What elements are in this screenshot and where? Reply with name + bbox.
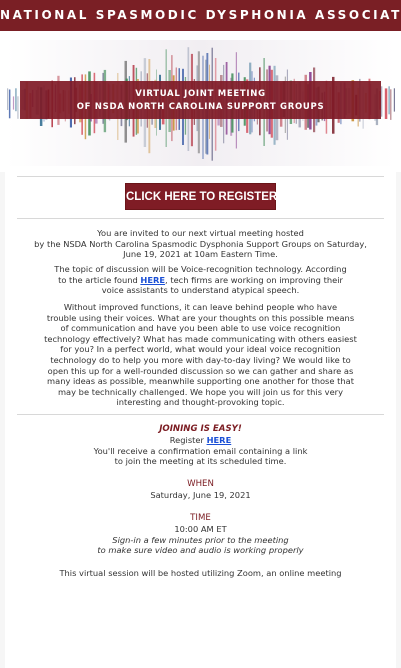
discussion-line: for you? In a perfect world, what would … — [60, 344, 341, 355]
meeting-title-line-1: VIRTUAL JOINT MEETING — [135, 89, 266, 99]
org-name: NATIONAL SPASMODIC DYSPHONIA ASSOCIATION — [0, 8, 401, 22]
email-frame: NATIONAL SPASMODIC DYSPHONIA ASSOCIATION… — [0, 0, 401, 668]
divider — [17, 414, 384, 415]
article-link[interactable]: HERE — [140, 275, 165, 285]
intro-line: June 19, 2021 at 10am Eastern Time. — [123, 249, 278, 260]
joining-heading: JOINING IS EASY! — [159, 424, 242, 434]
wave-bar — [8, 89, 11, 119]
divider — [17, 176, 384, 177]
topic-line: The topic of discussion will be Voice-re… — [54, 264, 347, 274]
discussion-line: of communication and have you been able … — [60, 323, 341, 334]
wave-bar — [381, 86, 383, 117]
discussion-line: interesting and thought-provoking topic. — [116, 397, 285, 408]
topic-text: to the article found — [58, 274, 141, 285]
time-label: TIME — [190, 513, 211, 523]
when-date: Saturday, June 19, 2021 — [150, 490, 251, 500]
meeting-title-band: VIRTUAL JOINT MEETING OF NSDA NORTH CARO… — [20, 81, 381, 119]
wave-bar — [384, 88, 388, 119]
meeting-title-line-2: OF NSDA NORTH CAROLINA SUPPORT GROUPS — [76, 102, 325, 112]
discussion-line: open this up for a well-rounded discussi… — [47, 365, 354, 376]
wave-bar — [388, 86, 390, 115]
time-value: 10:00 AM ET — [174, 524, 227, 534]
header-banner: NATIONAL SPASMODIC DYSPHONIA ASSOCIATION… — [0, 0, 401, 172]
intro-line: You are invited to our next virtual meet… — [97, 228, 304, 238]
discussion-line: technology effectively? What has made co… — [44, 333, 357, 344]
joining-line: to join the meeting at its scheduled tim… — [114, 456, 287, 467]
org-name-bar: NATIONAL SPASMODIC DYSPHONIA ASSOCIATION — [0, 0, 401, 34]
time-note: to make sure video and audio is working … — [97, 545, 304, 556]
topic-line: to the article found HERE, tech firms ar… — [11, 275, 390, 286]
when-label: WHEN — [187, 479, 214, 489]
discussion-paragraph: Without improved functions, it can leave… — [11, 302, 390, 408]
discussion-line: many ideas as possible, meanwhile suppor… — [47, 376, 354, 387]
joining-line: Register HERE — [11, 435, 390, 446]
when-value: Saturday, June 19, 2021 — [11, 490, 390, 501]
discussion-line: Without improved functions, it can leave… — [63, 302, 338, 312]
joining-line: You'll receive a confirmation email cont… — [93, 445, 308, 456]
topic-text: , tech firms are working on improving th… — [165, 274, 343, 285]
discussion-line: trouble using their voices. What are you… — [46, 312, 355, 323]
time-note: Sign-in a few minutes prior to the meeti… — [112, 534, 289, 545]
email-content: CLICK HERE TO REGISTER You are invited t… — [5, 172, 396, 668]
wave-bar — [7, 88, 9, 110]
joining-text: Register — [169, 435, 207, 445]
wave-bar — [390, 89, 392, 120]
register-button[interactable]: CLICK HERE TO REGISTER — [125, 183, 277, 210]
hosting-paragraph: This virtual session will be hosted util… — [11, 568, 390, 579]
intro-line: by the NSDA North Carolina Spasmodic Dys… — [34, 238, 367, 249]
wave-bar — [17, 96, 19, 119]
hosting-line: This virtual session will be hosted util… — [59, 568, 342, 578]
wave-bar — [393, 88, 395, 112]
topic-paragraph: The topic of discussion will be Voice-re… — [11, 264, 390, 296]
divider — [17, 218, 384, 219]
wave-bar — [12, 96, 15, 110]
time-block: 10:00 AM ET Sign-in a few minutes prior … — [11, 524, 390, 556]
discussion-line: technology do to help you more with day-… — [50, 354, 351, 365]
joining-paragraph: Register HERE You'll receive a confirmat… — [11, 435, 390, 467]
discussion-line: may be technically challenged. We hope y… — [57, 386, 344, 397]
topic-line: voice assistants to understand atypical … — [101, 285, 300, 296]
register-link[interactable]: HERE — [207, 435, 232, 445]
intro-paragraph: You are invited to our next virtual meet… — [11, 228, 390, 260]
wave-bar — [15, 88, 17, 112]
